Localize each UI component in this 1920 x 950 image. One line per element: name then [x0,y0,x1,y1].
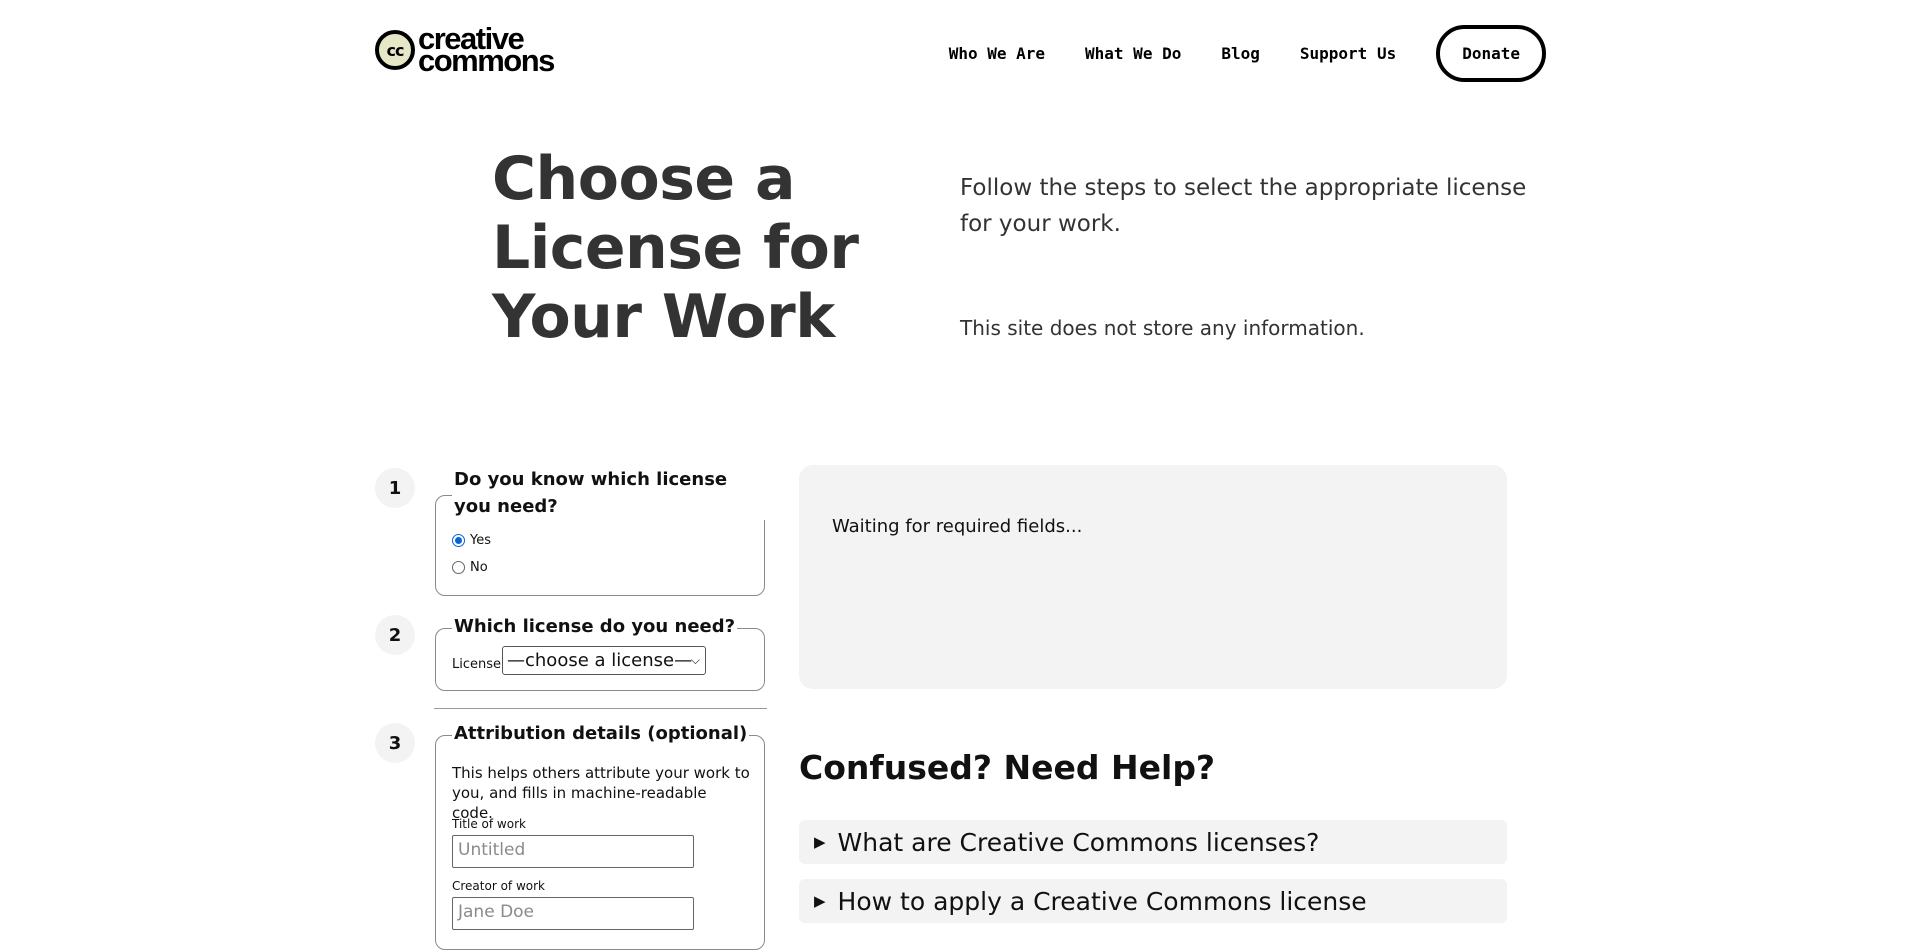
creator-of-work-label: Creator of work [452,879,545,893]
divider [434,708,767,709]
step-2-legend: Which license do you need? [452,613,738,640]
hero-note: This site does not store any information… [960,316,1365,340]
step-1-legend: Do you know which license you need? [452,466,766,520]
chevron-down-icon: ⌵ [690,653,700,667]
radio-yes-row[interactable]: Yes [452,533,491,548]
main-nav: Who We Are What We Do Blog Support Us Do… [909,25,1546,82]
page-title: Choose a License for Your Work [492,144,859,352]
title-of-work-label: Title of work [452,817,526,831]
step-2-number: 2 [375,615,415,655]
license-label: License [452,657,502,672]
disclosure-triangle-icon: ▶ [814,833,826,851]
donate-button[interactable]: Donate [1436,25,1546,82]
attribution-help-text: This helps others attribute your work to… [452,764,750,822]
panel-status: Waiting for required fields... [832,516,1083,537]
step-3-number: 3 [375,723,415,763]
cc-logo-icon: cc [375,30,415,70]
faq-how-to-apply[interactable]: ▶ How to apply a Creative Commons licens… [799,879,1507,923]
faq-what-are-cc-licenses[interactable]: ▶ What are Creative Commons licenses? [799,820,1507,864]
faq-label: What are Creative Commons licenses? [837,827,1320,857]
radio-yes[interactable] [452,534,465,547]
radio-yes-label: Yes [470,533,491,548]
help-title: Confused? Need Help? [799,748,1216,787]
hero-lead: Follow the steps to select the appropria… [960,175,1527,237]
license-select-value: —choose a license— [507,650,693,671]
nav-support-us[interactable]: Support Us [1300,44,1396,63]
radio-no[interactable] [452,561,465,574]
logo-wordmark: creative commons [418,23,555,78]
license-result-panel [799,465,1507,689]
logo-line-2: commons [418,43,555,78]
radio-no-label: No [470,560,488,575]
creator-of-work-input[interactable]: Jane Doe [452,897,694,930]
nav-what-we-do[interactable]: What We Do [1085,44,1181,63]
faq-label: How to apply a Creative Commons license [837,886,1367,916]
step-3-legend: Attribution details (optional) [452,720,750,747]
step-1-number: 1 [375,468,415,508]
radio-no-row[interactable]: No [452,560,488,575]
nav-blog[interactable]: Blog [1221,44,1260,63]
disclosure-triangle-icon: ▶ [814,892,826,910]
title-of-work-input[interactable]: Untitled [452,835,694,868]
creative-commons-logo[interactable]: cc creative commons [375,23,555,78]
license-select[interactable]: —choose a license— ⌵ [502,646,706,675]
nav-who-we-are[interactable]: Who We Are [949,44,1045,63]
